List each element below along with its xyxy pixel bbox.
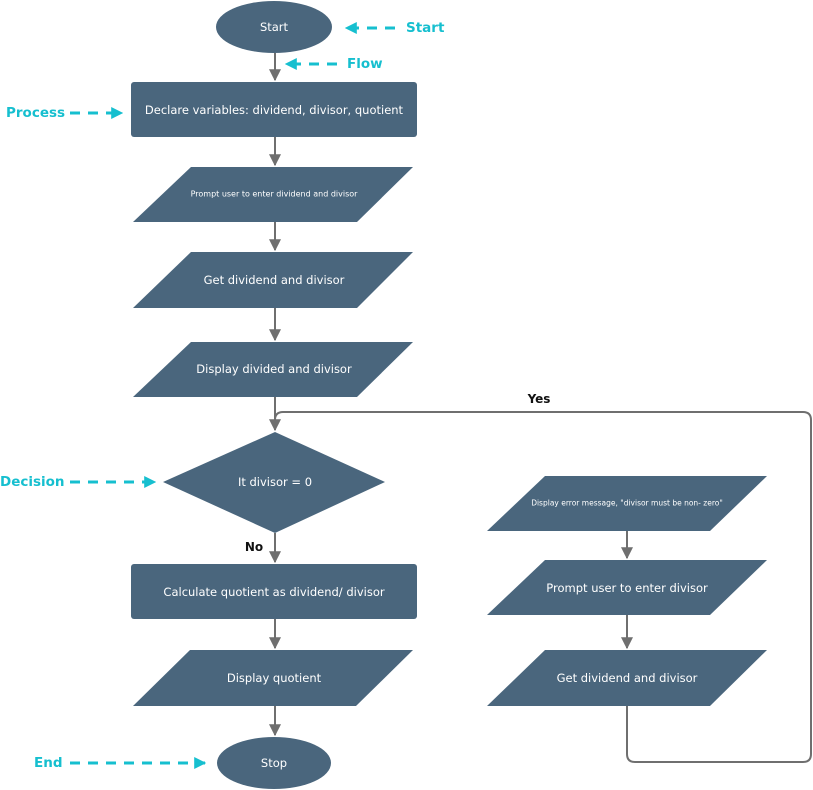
display-dividend-divisor-label: Display divided and divisor bbox=[196, 362, 352, 376]
annotation-process-label: Process bbox=[6, 105, 65, 121]
annotation-decision-label: Decision bbox=[0, 474, 65, 490]
decision-node[interactable]: It divisor = 0 bbox=[163, 432, 385, 533]
display-quotient-node[interactable]: Display quotient bbox=[133, 650, 413, 706]
get-dividend-divisor-label: Get dividend and divisor bbox=[204, 273, 345, 287]
calculate-quotient-node[interactable]: Calculate quotient as dividend/ divisor bbox=[131, 564, 417, 619]
display-quotient-label: Display quotient bbox=[227, 671, 322, 685]
start-node[interactable]: Start bbox=[216, 1, 332, 53]
get-dividend-divisor-node[interactable]: Get dividend and divisor bbox=[133, 252, 413, 308]
prompt-divisor-label: Prompt user to enter divisor bbox=[546, 581, 708, 595]
display-dividend-divisor-node[interactable]: Display divided and divisor bbox=[133, 342, 413, 397]
prompt-divisor-node[interactable]: Prompt user to enter divisor bbox=[487, 560, 767, 615]
yes-branch-label: Yes bbox=[527, 392, 551, 406]
decision-label: It divisor = 0 bbox=[238, 475, 312, 489]
stop-node-label: Stop bbox=[261, 756, 287, 770]
annotation-end-label: End bbox=[34, 755, 63, 771]
prompt-dividend-divisor-label: Prompt user to enter dividend and diviso… bbox=[191, 190, 359, 199]
declare-variables-node[interactable]: Declare variables: dividend, divisor, qu… bbox=[131, 82, 417, 137]
flowchart-canvas: Start Declare variables: dividend, divis… bbox=[0, 1, 812, 789]
annotation-start-label: Start bbox=[406, 20, 445, 36]
no-branch-label: No bbox=[245, 540, 263, 554]
annotation-flow-label: Flow bbox=[347, 56, 383, 72]
get-dividend-divisor-again-label: Get dividend and divisor bbox=[557, 671, 698, 685]
prompt-dividend-divisor-node[interactable]: Prompt user to enter dividend and diviso… bbox=[133, 167, 413, 222]
declare-variables-label: Declare variables: dividend, divisor, qu… bbox=[145, 103, 404, 117]
start-node-label: Start bbox=[260, 20, 289, 34]
calculate-quotient-label: Calculate quotient as dividend/ divisor bbox=[163, 585, 384, 599]
error-message-node[interactable]: Display error message, "divisor must be … bbox=[487, 476, 767, 531]
stop-node[interactable]: Stop bbox=[217, 737, 331, 789]
error-message-label: Display error message, "divisor must be … bbox=[531, 499, 723, 508]
get-dividend-divisor-again-node[interactable]: Get dividend and divisor bbox=[487, 650, 767, 706]
